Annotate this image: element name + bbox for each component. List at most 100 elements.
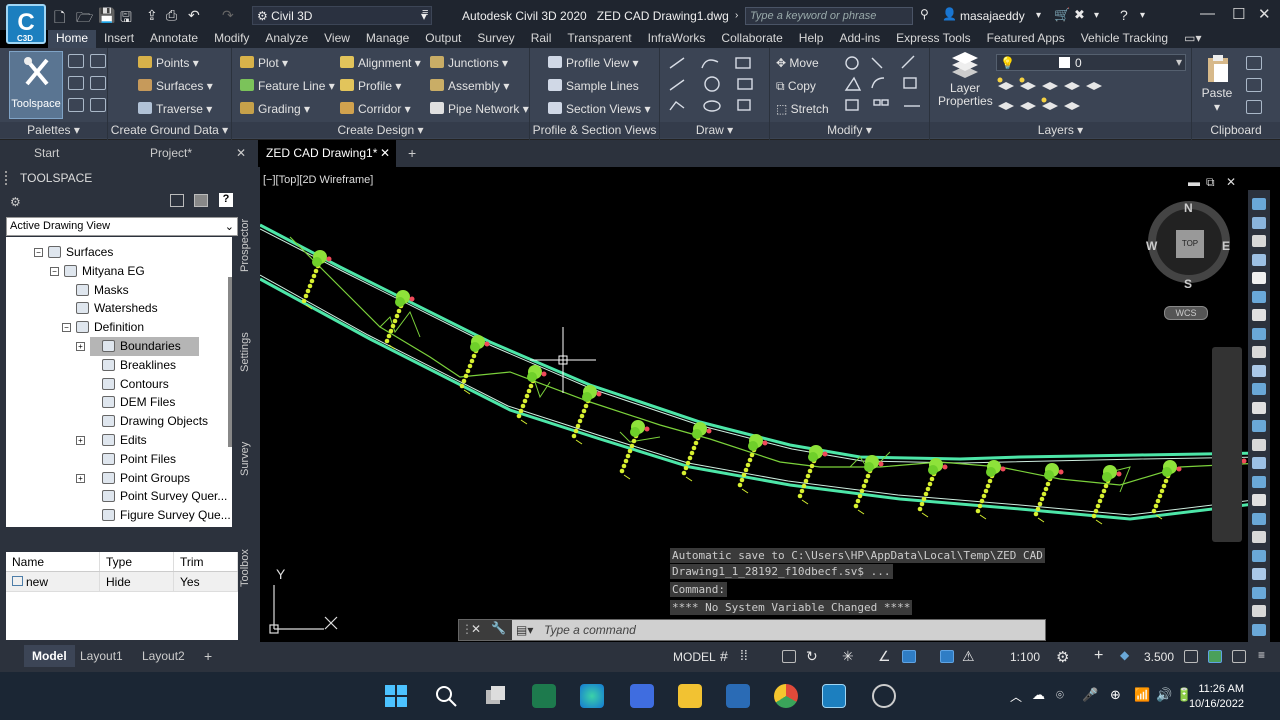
username[interactable]: masajaeddy	[960, 9, 1025, 23]
compass-south[interactable]: S	[1184, 277, 1192, 291]
help-icon[interactable]: ?	[219, 193, 233, 207]
task-view-icon[interactable]	[484, 684, 508, 708]
tool-strip-icon[interactable]	[1252, 475, 1266, 488]
compass-east[interactable]: E	[1222, 239, 1230, 253]
tool-strip-icon[interactable]	[1252, 216, 1266, 229]
recent-commands-icon[interactable]: ▤▾	[516, 620, 533, 640]
toolspace-view-icon[interactable]	[194, 194, 208, 207]
close-icon[interactable]: ✕	[380, 140, 390, 167]
move-button[interactable]: ✥ Move	[776, 56, 819, 70]
tab-home[interactable]: Home	[48, 30, 97, 48]
save-icon[interactable]: 💾	[98, 7, 115, 24]
add-layout-button[interactable]: +	[196, 645, 220, 667]
tab-analyze[interactable]: Analyze	[257, 30, 316, 48]
application-button[interactable]: C C3D	[6, 4, 46, 44]
tab-toolbox[interactable]: Toolbox	[239, 545, 260, 591]
traverse-button[interactable]: Traverse ▾	[138, 102, 212, 116]
new-icon[interactable]: 🗋	[54, 7, 65, 31]
draw-title[interactable]: Draw ▾	[660, 122, 769, 138]
view-select[interactable]: Active Drawing View ⌄	[6, 217, 238, 236]
tool-strip-icon[interactable]	[1252, 309, 1266, 321]
tab-featured-apps[interactable]: Featured Apps	[979, 30, 1073, 48]
clock-date[interactable]: 10/16/2022	[1188, 698, 1244, 710]
expand-icon[interactable]: +	[76, 342, 85, 351]
surfaces-button[interactable]: Surfaces ▾	[138, 79, 213, 93]
tool-strip-icon[interactable]	[1252, 586, 1266, 599]
full-screen-icon[interactable]	[1232, 650, 1246, 663]
tool-strip-icon[interactable]	[1252, 272, 1266, 284]
minimize-icon[interactable]: —	[1200, 5, 1215, 22]
autocad-web-icon[interactable]	[630, 684, 654, 708]
tool-strip-icon[interactable]	[1252, 623, 1266, 636]
tool-strip-icon[interactable]	[1252, 198, 1266, 210]
tree-item[interactable]: Drawing Objects	[90, 412, 208, 431]
tab-transparent[interactable]: Transparent	[559, 30, 639, 48]
expand-icon[interactable]: −	[34, 248, 43, 257]
undo-icon[interactable]: ↶	[188, 7, 200, 24]
open-web-icon[interactable]: ⇪	[146, 7, 158, 24]
maximize-icon[interactable]: ☐	[1232, 5, 1245, 23]
tool-strip-icon[interactable]	[1252, 401, 1266, 414]
tool-strip-icon[interactable]	[1252, 531, 1266, 543]
plot-button[interactable]: Plot ▾	[240, 56, 288, 70]
prospector-icon[interactable]	[68, 54, 84, 68]
workspace-select[interactable]: ⚙ Civil 3D ▾	[252, 6, 432, 25]
tab-rail[interactable]: Rail	[523, 30, 560, 48]
exchange-icon[interactable]: ✖	[1074, 7, 1085, 23]
tab-project[interactable]: Project* ✕	[142, 140, 254, 167]
tool-strip-icon[interactable]	[1252, 438, 1266, 451]
model-space-button[interactable]: MODEL	[673, 650, 716, 664]
snap-icon[interactable]: ⁞⁞	[740, 647, 748, 663]
expand-icon[interactable]: +	[76, 436, 85, 445]
annotation-scale[interactable]: 1:100	[1010, 650, 1040, 664]
feature-line-button[interactable]: Feature Line ▾	[240, 79, 335, 93]
modify-title[interactable]: Modify ▾	[770, 122, 929, 138]
stretch-button[interactable]: ⬚ Stretch	[776, 102, 829, 116]
search-input[interactable]: Type a keyword or phrase	[745, 7, 913, 25]
tab-layout1[interactable]: Layout1	[72, 645, 131, 667]
tree-item[interactable]: DEM Files	[90, 393, 175, 412]
tool-strip-icon[interactable]	[1252, 605, 1266, 617]
viewport-controls[interactable]: [−][Top][2D Wireframe]	[263, 174, 373, 186]
paste-button[interactable]: Paste ▾	[1200, 54, 1234, 114]
customize-icon[interactable]: 🔧	[491, 621, 506, 635]
column-name[interactable]: Name	[6, 552, 100, 571]
tab-layout2[interactable]: Layout2	[134, 645, 193, 667]
help-icon[interactable]: ?	[1120, 7, 1128, 23]
layer-properties-button[interactable]: Layer Properties	[938, 52, 993, 108]
tree-item[interactable]: Breaklines	[90, 356, 176, 375]
sample-lines-button[interactable]: Sample Lines	[548, 79, 639, 93]
file-explorer-icon[interactable]	[678, 684, 702, 708]
toolspace-button[interactable]: Toolspace	[9, 51, 63, 119]
tab-infraworks[interactable]: InfraWorks	[640, 30, 714, 48]
layer-dropdown[interactable]: 💡 0 ▾	[996, 54, 1186, 71]
tool-strip-icon[interactable]	[1252, 327, 1266, 340]
viewport-restore-icon[interactable]: ⧉	[1206, 175, 1215, 190]
more-tabs-icon[interactable]: ▭▾	[1176, 30, 1209, 48]
tool-strip-icon[interactable]	[1252, 549, 1266, 562]
chevron-right-icon[interactable]: ›	[735, 10, 738, 21]
wcs-menu[interactable]: WCS	[1164, 306, 1208, 320]
close-icon[interactable]: ✕	[236, 140, 246, 167]
profile-button[interactable]: Profile ▾	[340, 79, 401, 93]
workspace-gear-icon[interactable]: ⚙	[1056, 648, 1069, 666]
create-design-title[interactable]: Create Design ▾	[232, 122, 529, 138]
tab-annotate[interactable]: Annotate	[142, 30, 206, 48]
tool-strip-icon[interactable]	[1252, 235, 1266, 247]
tool-strip-icon[interactable]	[1252, 383, 1266, 395]
tree-item[interactable]: Boundaries	[90, 337, 199, 356]
layers-title[interactable]: Layers ▾	[930, 122, 1191, 138]
compass-west[interactable]: W	[1146, 239, 1157, 253]
tool-strip-icon[interactable]	[1252, 512, 1266, 525]
close-icon[interactable]: ✕	[471, 622, 481, 636]
tab-insert[interactable]: Insert	[96, 30, 142, 48]
redo-icon[interactable]: ↷	[222, 7, 234, 24]
profile-view-button[interactable]: Profile View ▾	[548, 56, 639, 70]
settings-icon[interactable]	[90, 54, 106, 68]
tool-strip-icon[interactable]	[1252, 290, 1266, 303]
assembly-button[interactable]: Assembly ▾	[430, 79, 509, 93]
search-icon[interactable]	[434, 684, 458, 708]
chevron-down-icon[interactable]: ▾	[1140, 10, 1145, 21]
clean-screen-icon[interactable]	[1208, 650, 1222, 663]
open-icon[interactable]: 🗁	[76, 7, 93, 31]
